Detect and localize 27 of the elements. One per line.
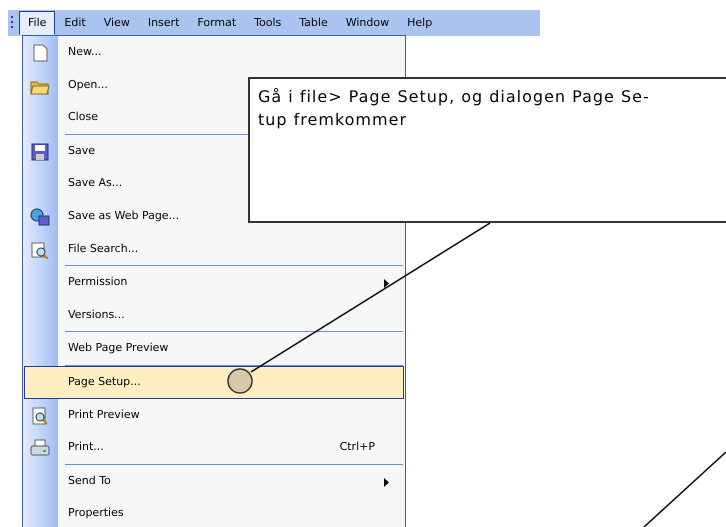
menu-bar-item[interactable]: Format <box>188 11 246 35</box>
grip-icon <box>10 15 15 31</box>
printer-icon <box>30 439 50 458</box>
menu-bar-item[interactable]: Tools <box>245 11 290 35</box>
menu-item[interactable]: Web Page Preview <box>24 332 404 365</box>
menu-item[interactable]: File Search... <box>24 232 404 266</box>
menu-bar-item[interactable]: View <box>94 11 139 35</box>
search-icon <box>30 240 50 259</box>
menu-item[interactable]: Versions... <box>24 298 404 332</box>
menu-item[interactable]: New... <box>24 36 404 69</box>
menu-bar-item[interactable]: Help <box>398 11 442 35</box>
menu-item[interactable]: Permission <box>24 266 404 299</box>
menu-bar-item[interactable]: Edit <box>55 11 95 35</box>
menu-item[interactable]: Page Setup... <box>24 366 404 399</box>
menu-bar-item[interactable]: File <box>19 11 56 35</box>
menu-bar-item[interactable]: Window <box>336 11 398 35</box>
menu-bar-item[interactable]: Table <box>290 11 337 35</box>
menu-bar-item[interactable]: Insert <box>138 11 188 35</box>
menu-item[interactable]: Print... Ctrl+P <box>24 431 404 464</box>
menu-item[interactable]: Send To <box>24 464 404 498</box>
shortcut-text: Ctrl+P <box>340 439 375 456</box>
menu-item[interactable]: Properties <box>24 497 404 527</box>
pointer-circle <box>227 368 253 394</box>
callout-tooltip: Gå i file> Page Setup, og dialogen Page Se-tup fremkommer <box>248 77 726 223</box>
menu-item[interactable]: Print Preview <box>24 398 404 432</box>
web-page-save-icon <box>30 208 50 226</box>
print-preview-icon <box>30 406 50 425</box>
